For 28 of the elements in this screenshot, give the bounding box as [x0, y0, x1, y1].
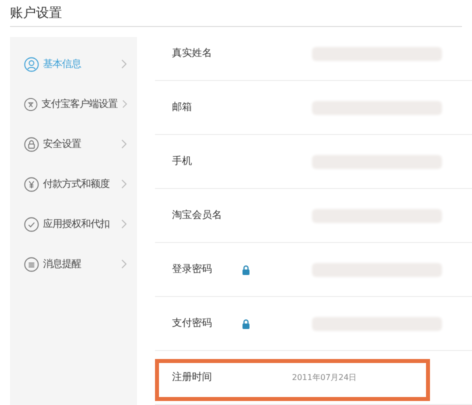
chevron-icon: [121, 139, 127, 149]
chevron-icon: [121, 259, 127, 269]
field-label: 真实姓名: [172, 46, 213, 61]
field-value: 2011年07月24日: [292, 372, 357, 384]
chevron-icon: [122, 99, 127, 109]
field-label: 登录密码: [172, 262, 213, 277]
chevron-icon: [121, 59, 127, 69]
sidebar-item[interactable]: 支付宝客户端设置: [10, 84, 137, 124]
sidebar-item[interactable]: 安全设置: [10, 124, 137, 164]
lock-icon: [242, 318, 250, 328]
field-label: 支付密码: [172, 316, 213, 331]
check-icon: [24, 216, 39, 232]
lock-icon: [24, 136, 39, 152]
page-title: 账户设置: [10, 5, 63, 23]
sidebar-item[interactable]: 付款方式和额度: [10, 164, 137, 204]
sidebar-item[interactable]: 应用授权和代扣: [10, 204, 137, 244]
chevron-icon: [121, 179, 127, 189]
yen-icon: [24, 176, 39, 192]
field-label: 淘宝会员名: [172, 208, 223, 223]
sidebar-item[interactable]: 消息提醒: [10, 244, 137, 284]
message-icon: [24, 256, 39, 272]
field-label: 邮箱: [172, 100, 193, 115]
lock-icon: [242, 264, 250, 274]
field-label: 注册时间: [172, 370, 213, 385]
field-label: 手机: [172, 154, 193, 169]
client-icon: [24, 96, 38, 112]
chevron-icon: [121, 219, 127, 229]
user-icon: [24, 56, 39, 72]
